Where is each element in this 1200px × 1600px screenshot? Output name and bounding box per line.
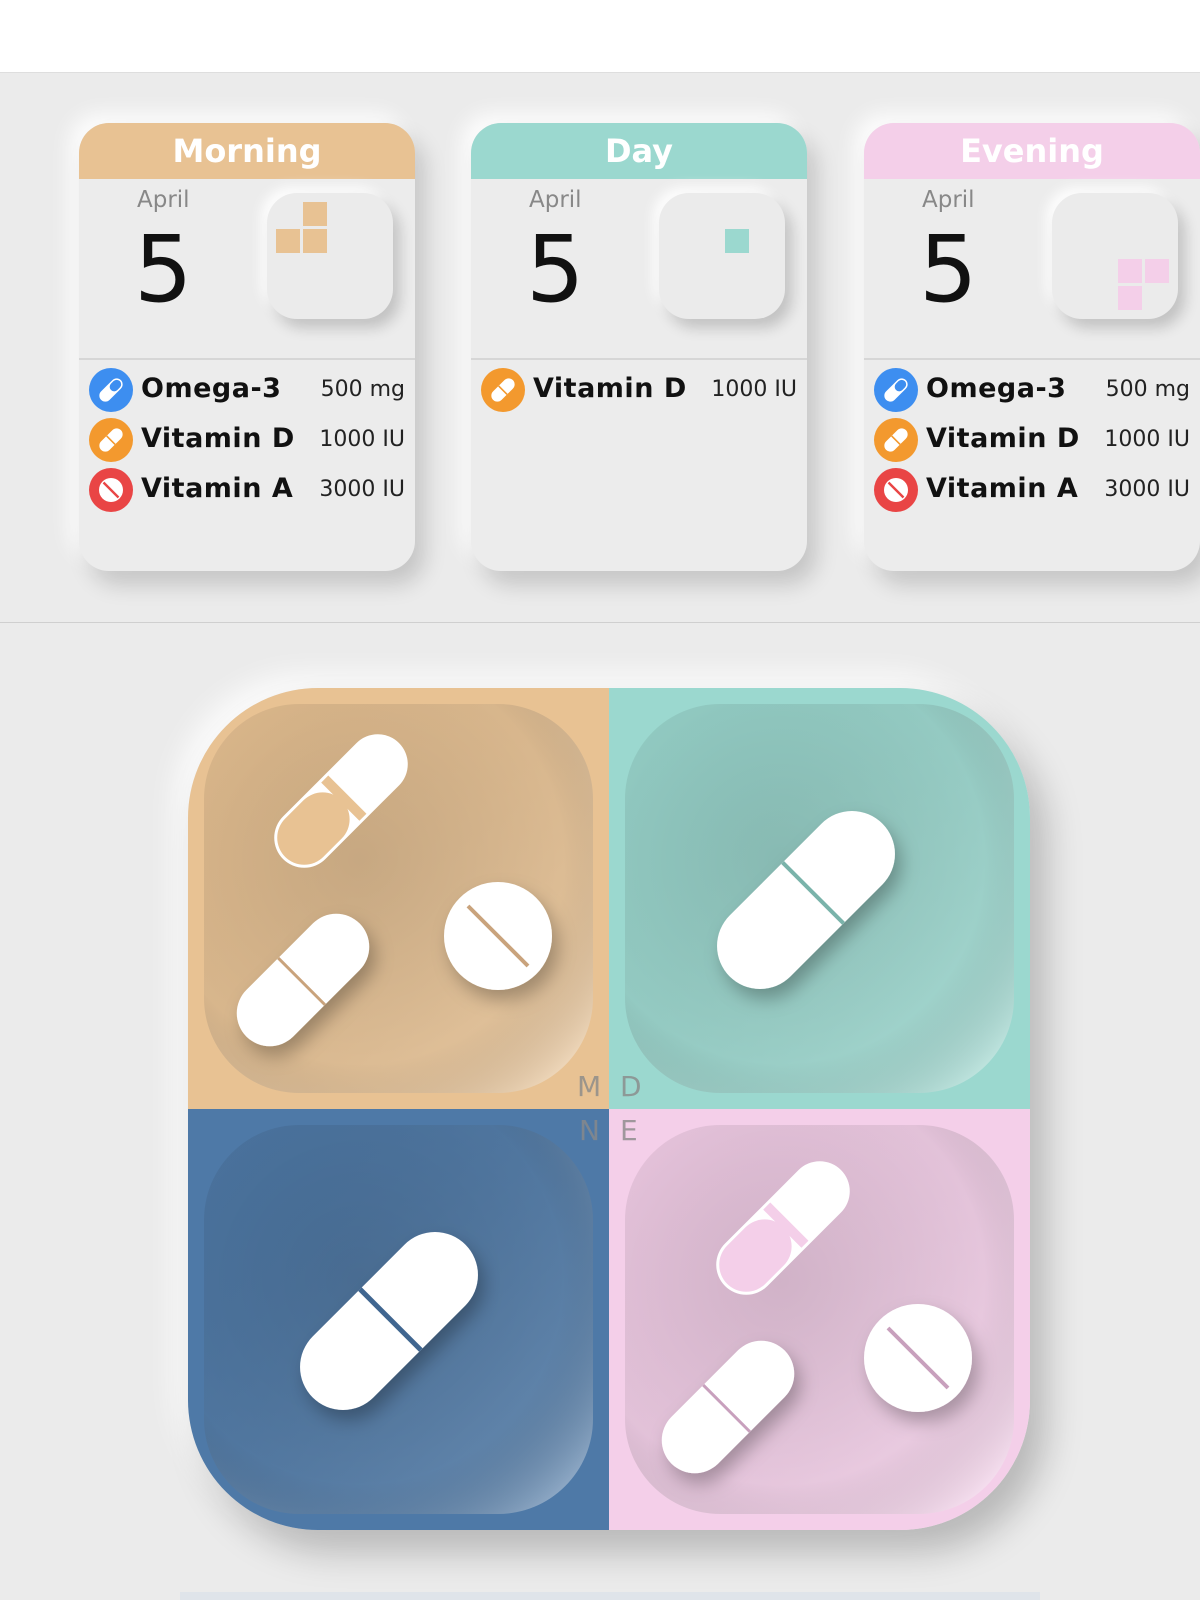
widget-title: Evening [864, 123, 1200, 179]
medication-dose: 1000 IU [1104, 427, 1190, 452]
medication-name: Vitamin D [141, 423, 295, 454]
widget-month: April [922, 187, 975, 213]
widget-day-number: 5 [526, 216, 585, 323]
tablet-pill-icon [864, 1304, 972, 1412]
list-item[interactable]: Vitamin A 3000 IU [874, 465, 1190, 515]
slot-indicator-icon [659, 193, 785, 319]
widget-title: Day [471, 123, 807, 179]
slot-label-night: N [579, 1114, 600, 1147]
medication-name: Vitamin D [533, 373, 687, 404]
capsule-orange-icon [874, 418, 918, 462]
pill-tray: M D N E [188, 688, 1030, 1530]
widget-day[interactable]: Day April 5 Vitamin D 1000 IU [471, 123, 807, 571]
medication-dose: 1000 IU [711, 377, 797, 402]
tablet-red-icon [874, 468, 918, 512]
widget-day: 5 [134, 216, 193, 323]
section-divider [0, 622, 1200, 623]
list-item[interactable]: Vitamin D 1000 IU [89, 415, 405, 465]
slot-indicator-icon [267, 193, 393, 319]
slot-label-evening: E [620, 1114, 638, 1147]
capsule-blue-icon [89, 368, 133, 412]
widget-month: April [529, 187, 582, 213]
capsule-orange-icon [481, 368, 525, 412]
list-item[interactable]: Vitamin D 1000 IU [481, 365, 797, 415]
medication-dose: 1000 IU [319, 427, 405, 452]
medication-name: Omega-3 [141, 373, 282, 404]
widget-title: Morning [79, 123, 415, 179]
medication-name: Vitamin A [141, 473, 294, 504]
list-item[interactable]: Vitamin D 1000 IU [874, 415, 1190, 465]
tablet-pill-icon [444, 882, 552, 990]
medication-name: Vitamin D [926, 423, 1080, 454]
medication-dose: 500 mg [1105, 377, 1190, 402]
medication-list: Omega-3 500 mg Vitamin D 1000 IU Vitamin… [874, 365, 1190, 515]
medication-name: Omega-3 [926, 373, 1067, 404]
medication-list: Vitamin D 1000 IU [481, 365, 797, 415]
top-bar [0, 0, 1200, 73]
capsule-orange-icon [89, 418, 133, 462]
slot-indicator-icon [1052, 193, 1178, 319]
slot-label-day: D [620, 1070, 642, 1103]
widget-evening[interactable]: Evening April 5 Omega-3 500 mg Vitamin D… [864, 123, 1200, 571]
widget-morning[interactable]: Morning April 5 Omega-3 500 mg Vitamin D… [79, 123, 415, 571]
list-item[interactable]: Vitamin A 3000 IU [89, 465, 405, 515]
pill-tray-graphic [188, 688, 1030, 1530]
widget-month: April [137, 187, 190, 213]
medication-list: Omega-3 500 mg Vitamin D 1000 IU Vitamin… [89, 365, 405, 515]
slot-label-morning: M [577, 1070, 602, 1103]
widget-day: 5 [919, 216, 978, 323]
bottom-edge [180, 1592, 1040, 1600]
tablet-red-icon [89, 468, 133, 512]
medication-name: Vitamin A [926, 473, 1079, 504]
list-item[interactable]: Omega-3 500 mg [874, 365, 1190, 415]
medication-dose: 500 mg [320, 377, 405, 402]
widget-divider [79, 358, 415, 360]
widget-divider [864, 358, 1200, 360]
widget-divider [471, 358, 807, 360]
capsule-blue-icon [874, 368, 918, 412]
list-item[interactable]: Omega-3 500 mg [89, 365, 405, 415]
medication-dose: 3000 IU [319, 477, 405, 502]
medication-dose: 3000 IU [1104, 477, 1190, 502]
